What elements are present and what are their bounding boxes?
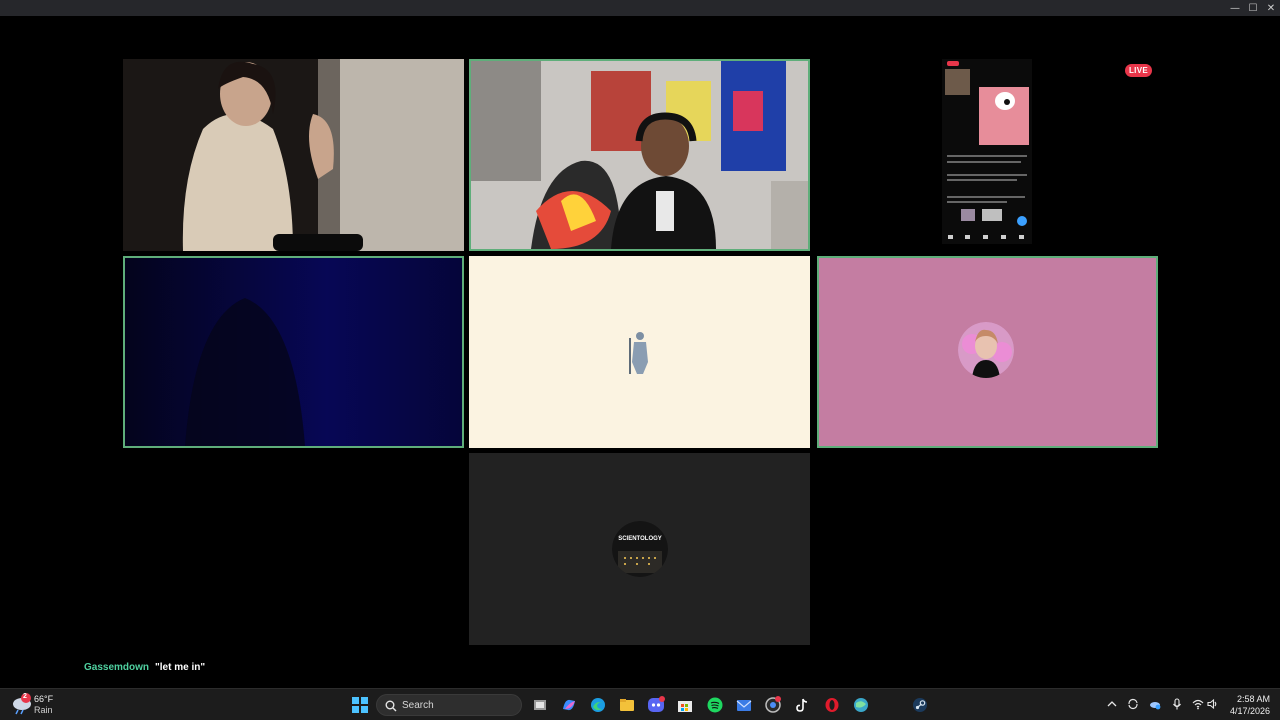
maximize-button[interactable]: ☐ — [1244, 0, 1262, 16]
copilot-icon[interactable] — [559, 695, 579, 715]
live-badge: LIVE — [1125, 64, 1152, 77]
wifi-icon[interactable] — [1192, 698, 1204, 710]
video-tile-participant-6[interactable] — [817, 256, 1158, 448]
chrome-icon[interactable] — [763, 695, 783, 715]
microphone-icon[interactable] — [1171, 698, 1183, 710]
video-tile-participant-5[interactable] — [469, 256, 810, 448]
minimize-button[interactable]: — — [1226, 0, 1244, 16]
participant-avatar: SCIENTOLOGY — [611, 521, 668, 577]
spotify-icon[interactable] — [705, 695, 725, 715]
window-title-bar: — ☐ ✕ — [0, 0, 1280, 16]
search-label: Search — [402, 700, 434, 711]
weather-badge: 2 — [23, 693, 27, 700]
start-icon[interactable] — [350, 695, 370, 715]
rain-cloud-icon — [13, 693, 31, 715]
chat-overlay: Gassemdown "let me in" — [84, 662, 205, 673]
chevron-up-icon[interactable] — [1106, 698, 1118, 710]
taskbar: 2 66°F Rain Search 2:58 AM 4/17/2026 — [0, 688, 1280, 720]
mail-icon[interactable] — [734, 695, 754, 715]
close-button[interactable]: ✕ — [1262, 0, 1280, 16]
video-tile-participant-7[interactable]: SCIENTOLOGY — [469, 453, 810, 645]
clock-time: 2:58 AM — [1236, 694, 1270, 704]
edge-icon[interactable] — [588, 695, 608, 715]
weather-condition: Rain — [34, 705, 53, 715]
clock-date: 4/17/2026 — [1229, 706, 1270, 716]
browser-icon[interactable] — [851, 695, 871, 715]
discord-icon[interactable] — [646, 695, 666, 715]
opera-icon[interactable] — [822, 695, 842, 715]
dark-camera-feed-image — [125, 258, 462, 446]
store-icon[interactable] — [675, 695, 695, 715]
video-tile-participant-2[interactable] — [469, 59, 810, 251]
file-explorer-icon[interactable] — [617, 695, 637, 715]
sync-icon[interactable] — [1127, 698, 1139, 710]
video-tile-participant-1[interactable] — [123, 59, 464, 251]
webcam-feed-image — [471, 61, 808, 249]
volume-icon[interactable] — [1207, 698, 1219, 710]
search-icon — [385, 700, 397, 712]
weather-temp: 66°F — [34, 694, 54, 704]
chat-username: Gassemdown — [84, 662, 150, 673]
taskbar-search-input[interactable]: Search — [376, 694, 522, 716]
video-tile-screen-share[interactable]: LIVE — [817, 59, 1158, 251]
webcam-feed-image — [123, 59, 464, 251]
video-tile-participant-4[interactable] — [123, 256, 464, 448]
task-view-icon[interactable] — [530, 695, 550, 715]
steam-icon[interactable] — [910, 695, 930, 715]
participant-avatar — [957, 322, 1014, 378]
phone-screen-share-image — [942, 59, 1032, 244]
chat-message: "let me in" — [155, 662, 206, 673]
tiktok-icon[interactable] — [792, 695, 812, 715]
clock[interactable]: 2:58 AM 4/17/2026 — [1230, 693, 1270, 717]
participant-avatar — [611, 324, 668, 380]
avatar-logo-text: SCIENTOLOGY — [618, 536, 662, 542]
onedrive-icon[interactable] — [1149, 698, 1161, 710]
